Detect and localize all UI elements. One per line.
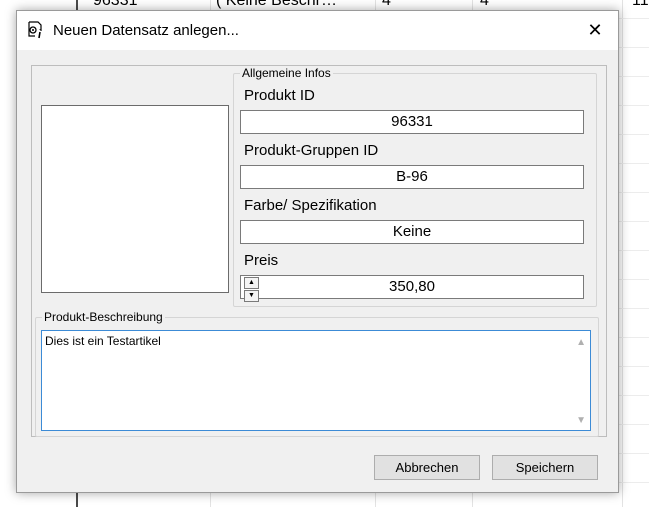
product-group-id-field[interactable]: B-96 <box>240 165 584 189</box>
background-cell: ( Keine Beschr… <box>216 0 337 9</box>
stepper-down-icon[interactable]: ▼ <box>244 290 259 302</box>
dialog-titlebar[interactable]: Neuen Datensatz anlegen... ✕ <box>17 11 618 50</box>
background-table-row[interactable]: 96331 ( Keine Beschr… 4 4 11 <box>76 0 649 10</box>
general-info-legend: Allgemeine Infos <box>242 66 331 80</box>
color-spec-field[interactable]: Keine <box>240 220 584 244</box>
background-cell: 11 <box>632 0 649 9</box>
description-text: Dies ist ein Testartikel <box>45 334 161 348</box>
description-legend: Produkt-Beschreibung <box>44 310 163 324</box>
background-cell: 4 <box>480 0 489 9</box>
price-field[interactable]: 350,80 <box>240 275 584 299</box>
close-icon: ✕ <box>587 20 603 40</box>
description-textarea[interactable]: Dies ist ein Testartikel ▲ ▼ <box>41 330 591 431</box>
background-cell: 96331 <box>93 0 138 9</box>
product-group-id-label: Produkt-Gruppen ID <box>244 142 379 159</box>
price-stepper[interactable]: ▲ ▼ <box>244 277 259 302</box>
scroll-down-icon[interactable]: ▼ <box>576 415 586 426</box>
color-spec-label: Farbe/ Spezifikation <box>244 197 377 214</box>
product-image-box[interactable] <box>41 105 229 293</box>
cancel-button[interactable]: Abbrechen <box>374 455 480 480</box>
save-button[interactable]: Speichern <box>492 455 598 480</box>
product-id-label: Produkt ID <box>244 87 315 104</box>
scroll-up-icon[interactable]: ▲ <box>576 337 586 348</box>
close-button[interactable]: ✕ <box>572 11 618 50</box>
price-label: Preis <box>244 252 279 269</box>
stepper-up-icon[interactable]: ▲ <box>244 277 259 289</box>
product-id-field[interactable]: 96331 <box>240 110 584 134</box>
new-record-dialog: Neuen Datensatz anlegen... ✕ Allgemeine … <box>16 10 619 493</box>
record-edit-icon <box>27 21 45 39</box>
dialog-title: Neuen Datensatz anlegen... <box>53 22 239 39</box>
background-cell: 4 <box>382 0 391 9</box>
